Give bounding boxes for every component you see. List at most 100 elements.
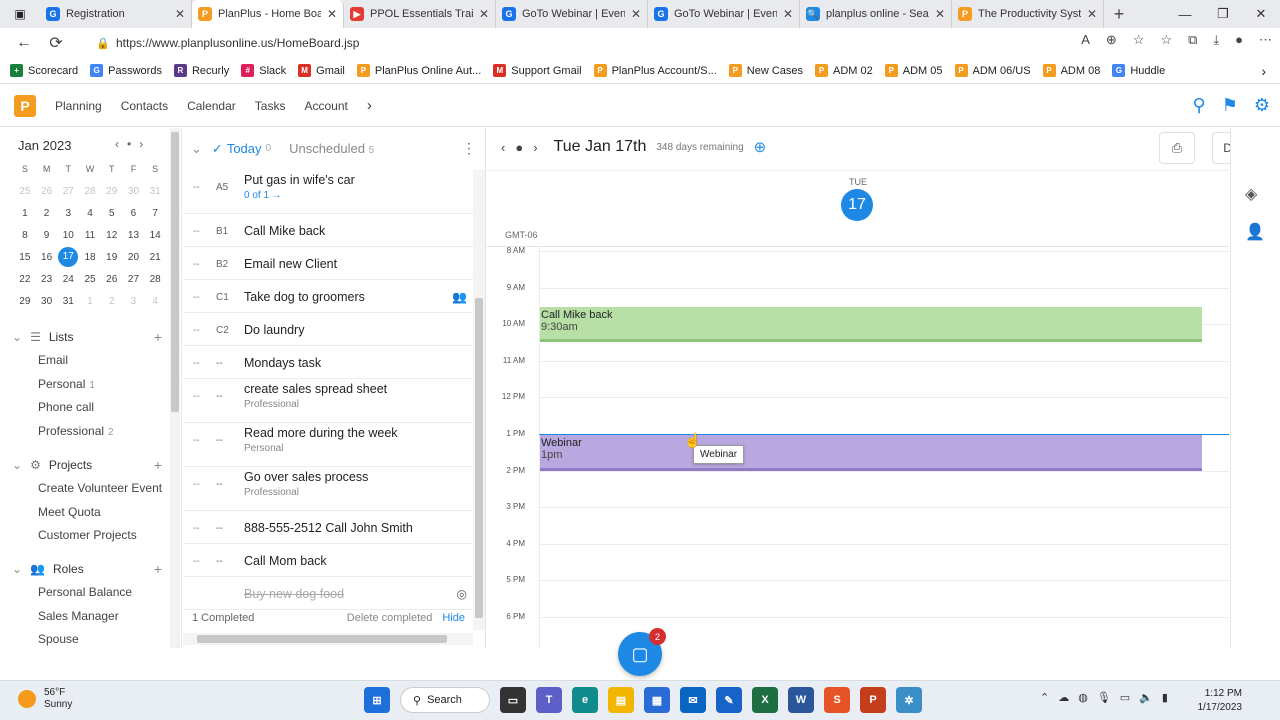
calendar-day[interactable]: 20 bbox=[123, 252, 145, 263]
calendar-day[interactable]: 31 bbox=[144, 186, 166, 197]
calendar-day[interactable]: 16 bbox=[36, 252, 58, 263]
tab-today[interactable]: ✓ Today 0 bbox=[212, 141, 271, 157]
task-row[interactable]: -- -- Go over sales process Professional bbox=[183, 467, 473, 511]
sidebar-item[interactable]: Customer Projects bbox=[38, 528, 137, 542]
calendar-day[interactable]: 1 bbox=[14, 208, 36, 219]
task-row[interactable]: -- -- 888-555-2512 Call John Smith bbox=[183, 511, 473, 544]
tab-close-icon[interactable]: ✕ bbox=[631, 7, 641, 21]
bookmark-item[interactable]: P ADM 06/US bbox=[954, 64, 1031, 77]
calendar-day[interactable]: 6 bbox=[123, 208, 145, 219]
task-checkbox[interactable]: -- bbox=[193, 391, 200, 402]
system-clock[interactable]: 1:12 PM 1/17/2023 bbox=[1186, 687, 1243, 715]
nav-account[interactable]: Account bbox=[304, 99, 347, 113]
task-row[interactable]: -- B2 Email new Client bbox=[183, 247, 473, 280]
next-day-icon[interactable]: › bbox=[533, 140, 537, 155]
delete-completed-button[interactable]: Delete completed bbox=[347, 612, 433, 624]
volume-icon[interactable]: 🔈 bbox=[1139, 691, 1153, 704]
tab-close-icon[interactable]: ✕ bbox=[175, 7, 185, 21]
back-icon[interactable]: ← bbox=[8, 34, 40, 52]
calendar-day[interactable]: 22 bbox=[14, 274, 36, 285]
calendar-day[interactable]: 31 bbox=[57, 296, 79, 307]
task-row[interactable]: -- B1 Call Mike back bbox=[183, 214, 473, 247]
search-icon[interactable]: ⚲ bbox=[1193, 95, 1206, 116]
weather-widget[interactable]: 56°F Sunny bbox=[18, 687, 72, 711]
sidebar-item[interactable]: Create Volunteer Event bbox=[38, 481, 162, 495]
task-checkbox[interactable]: -- bbox=[193, 358, 200, 369]
task-checkbox[interactable]: -- bbox=[193, 556, 200, 567]
tab-close-icon[interactable]: ✕ bbox=[783, 7, 793, 21]
bookmark-item[interactable]: P New Cases bbox=[728, 64, 803, 77]
teams-icon[interactable]: T bbox=[536, 687, 562, 713]
time-grid[interactable]: 8 AM 9 AM 10 AM 11 AM 12 PM 1 PM 2 PM 3 PM 4 PM 5… bbox=[487, 246, 1229, 648]
url-field[interactable]: 🔒 https://www.planplusonline.us/HomeBoar… bbox=[96, 32, 956, 54]
display-icon[interactable]: ▭ bbox=[1120, 691, 1130, 704]
calendar-day[interactable]: 24 bbox=[57, 274, 79, 285]
bookmark-item[interactable]: P PlanPlus Online Aut... bbox=[356, 64, 481, 77]
calendar-day[interactable]: 21 bbox=[144, 252, 166, 263]
calendar-day[interactable]: 4 bbox=[144, 296, 166, 307]
task-row[interactable]: -- -- Read more during the week Personal bbox=[183, 423, 473, 467]
sidebar-item[interactable]: Professional 2 bbox=[38, 424, 114, 438]
calendar-day[interactable]: 25 bbox=[79, 274, 101, 285]
delegate-people-icon[interactable]: 👥 bbox=[452, 290, 467, 304]
favorites-icon[interactable]: ☆ bbox=[1160, 32, 1172, 48]
calendar-day[interactable]: 23 bbox=[36, 274, 58, 285]
add-role-icon[interactable]: + bbox=[154, 561, 162, 577]
sidebar-item[interactable]: Email bbox=[38, 353, 68, 367]
bookmark-item[interactable]: G Huddle bbox=[1112, 64, 1165, 77]
bookmark-item[interactable]: # Slack bbox=[241, 64, 286, 77]
task-scrollbar[interactable] bbox=[473, 170, 485, 630]
collapse-chevron-icon[interactable]: ⌄ bbox=[12, 330, 22, 344]
tab-close-icon[interactable]: ✕ bbox=[1087, 7, 1097, 21]
calendar-day[interactable]: 28 bbox=[79, 186, 101, 197]
calendar-day[interactable]: 30 bbox=[123, 186, 145, 197]
sidebar-scrollbar[interactable] bbox=[170, 128, 180, 648]
next-month-icon[interactable]: › bbox=[139, 137, 143, 151]
prev-day-icon[interactable]: ‹ bbox=[501, 140, 505, 155]
calendar-day[interactable]: 2 bbox=[101, 296, 123, 307]
bookmark-icon[interactable]: ⚑ bbox=[1222, 95, 1238, 116]
task-row[interactable]: -- A5 Put gas in wife's car 0 of 1 → bbox=[183, 170, 473, 214]
calendar-day[interactable]: 15 bbox=[14, 252, 36, 263]
bookmark-item[interactable]: M Gmail bbox=[298, 64, 345, 77]
browser-tab[interactable]: 🔍 planplus online - Search ✕ bbox=[800, 0, 952, 28]
browser-tab[interactable]: P PlanPlus - Home Board ✕ bbox=[192, 0, 344, 28]
nav-more-chevron-icon[interactable]: › bbox=[367, 97, 372, 114]
calendar-day[interactable]: 3 bbox=[123, 296, 145, 307]
task-checkbox[interactable]: -- bbox=[193, 292, 200, 303]
snagit-icon[interactable]: S bbox=[824, 687, 850, 713]
sidebar-item[interactable]: Phone call bbox=[38, 400, 94, 414]
profile-avatar[interactable]: ● bbox=[1235, 32, 1243, 48]
edge-icon[interactable]: e bbox=[572, 687, 598, 713]
calendar-day[interactable]: 9 bbox=[36, 230, 58, 241]
chat-fab-button[interactable]: ▢ 2 bbox=[618, 628, 666, 676]
downloads-icon[interactable]: ⤓ bbox=[1213, 32, 1219, 48]
store-icon[interactable]: ▦ bbox=[644, 687, 670, 713]
nav-tasks[interactable]: Tasks bbox=[255, 99, 286, 113]
today-dot-icon[interactable]: • bbox=[127, 137, 131, 151]
collapse-chevron-icon[interactable]: ⌄ bbox=[12, 562, 22, 576]
calendar-day[interactable]: 5 bbox=[101, 208, 123, 219]
browser-tab[interactable]: G GoTo Webinar | Event ✕ bbox=[496, 0, 648, 28]
browser-tab[interactable]: G GoTo Webinar | Event ✕ bbox=[648, 0, 800, 28]
minimize-icon[interactable]: — bbox=[1166, 7, 1204, 22]
browser-tab[interactable]: ▶ PPOL Essentials Training ✕ bbox=[344, 0, 496, 28]
calendar-day[interactable]: 8 bbox=[14, 230, 36, 241]
browser-tab[interactable]: G Registration ✕ bbox=[40, 0, 192, 28]
calendar-day[interactable]: 1 bbox=[79, 296, 101, 307]
today-dot-icon[interactable]: ● bbox=[515, 140, 523, 155]
collapse-chevron-icon[interactable]: ⌄ bbox=[12, 458, 22, 472]
calendar-day[interactable]: 27 bbox=[57, 186, 79, 197]
more-menu-icon[interactable]: ⋯ bbox=[1259, 32, 1272, 48]
add-event-icon[interactable]: ⊕ bbox=[754, 138, 767, 156]
calendar-day[interactable]: 18 bbox=[79, 252, 101, 263]
prev-month-icon[interactable]: ‹ bbox=[115, 137, 119, 151]
sidebar-item[interactable]: Personal Balance bbox=[38, 585, 132, 599]
nav-contacts[interactable]: Contacts bbox=[121, 99, 168, 113]
task-view-icon[interactable]: ▭ bbox=[500, 687, 526, 713]
calendar-day[interactable]: 27 bbox=[123, 274, 145, 285]
bookmark-item[interactable]: G Passwords bbox=[90, 64, 162, 77]
calendar-day[interactable]: 11 bbox=[79, 230, 101, 241]
settings-gear-icon[interactable]: ⚙ bbox=[1254, 95, 1270, 116]
bookmark-item[interactable]: R Recurly bbox=[173, 64, 229, 77]
